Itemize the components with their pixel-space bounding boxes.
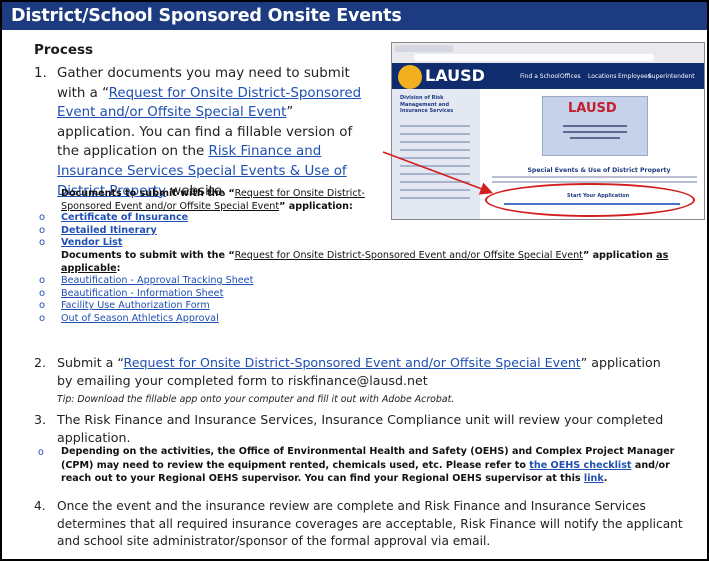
athletics-approval-link[interactable]: Out of Season Athletics Approval <box>61 313 219 324</box>
facility-use-link[interactable]: Facility Use Authorization Form <box>61 300 210 311</box>
oehs-checklist-link[interactable]: the OEHS checklist <box>529 460 631 471</box>
banner-logo: LAUSD <box>568 101 617 116</box>
request-form-ref: Request for Onsite District-Sponsored Ev… <box>234 250 583 261</box>
nav-item: Employees <box>618 73 651 80</box>
required-docs-heading: Documents to submit with the “Request fo… <box>61 188 365 212</box>
document-page: District/School Sponsored Onsite Events … <box>0 0 709 561</box>
supervisor-link[interactable]: link <box>584 473 604 484</box>
applicable-docs-heading: Documents to submit with the “Request fo… <box>61 250 669 274</box>
step-2: 2. Submit a “Request for Onsite District… <box>34 354 677 409</box>
nav-item: Find a School <box>520 73 560 80</box>
note-bullet: o <box>38 447 44 458</box>
certificate-link[interactable]: Certificate of Insurance <box>61 212 188 223</box>
oehs-note: Depending on the activities, the Office … <box>61 446 675 484</box>
step-number: 4. <box>34 499 46 513</box>
tip-text: Tip: Download the fillable app onto your… <box>57 394 455 405</box>
highlight-oval <box>485 183 695 217</box>
browser-chrome <box>392 43 704 63</box>
nav-item: Locations <box>588 73 617 80</box>
information-sheet-link[interactable]: Beautification - Information Sheet <box>61 288 223 299</box>
request-form-link[interactable]: Request for Onsite District-Sponsored Ev… <box>124 355 581 370</box>
step-3: 3. The Risk Finance and Insurance Servic… <box>34 412 664 445</box>
step-number: 3. <box>34 412 47 427</box>
sidebar-heading: Division of Risk Management and Insuranc… <box>400 95 454 114</box>
approval-tracking-link[interactable]: Beautification - Approval Tracking Sheet <box>61 275 253 286</box>
page-title: District/School Sponsored Onsite Events <box>11 6 402 26</box>
itinerary-link[interactable]: Detailed Itinerary <box>61 225 157 236</box>
step-number: 1. <box>34 66 47 81</box>
browser-tab <box>395 45 453 52</box>
nav-item: Superintendent <box>648 73 695 80</box>
vendor-list-link[interactable]: Vendor List <box>61 237 122 248</box>
section-title: Special Events & Use of District Propert… <box>527 167 671 174</box>
site-brand: LAUSD <box>425 66 485 85</box>
title-banner: District/School Sponsored Onsite Events <box>2 2 707 30</box>
process-heading: Process <box>34 42 94 58</box>
step-1: 1. Gather documents you may need to subm… <box>34 64 373 201</box>
nav-item: Offices <box>560 73 581 80</box>
address-bar <box>414 54 654 61</box>
step-number: 2. <box>34 355 47 370</box>
website-screenshot: LAUSD Find a School Offices Locations Em… <box>391 42 705 220</box>
site-banner-image: LAUSD <box>542 96 648 156</box>
step-4: 4. Once the event and the insurance revi… <box>34 499 683 548</box>
lausd-logo-icon <box>398 65 422 89</box>
